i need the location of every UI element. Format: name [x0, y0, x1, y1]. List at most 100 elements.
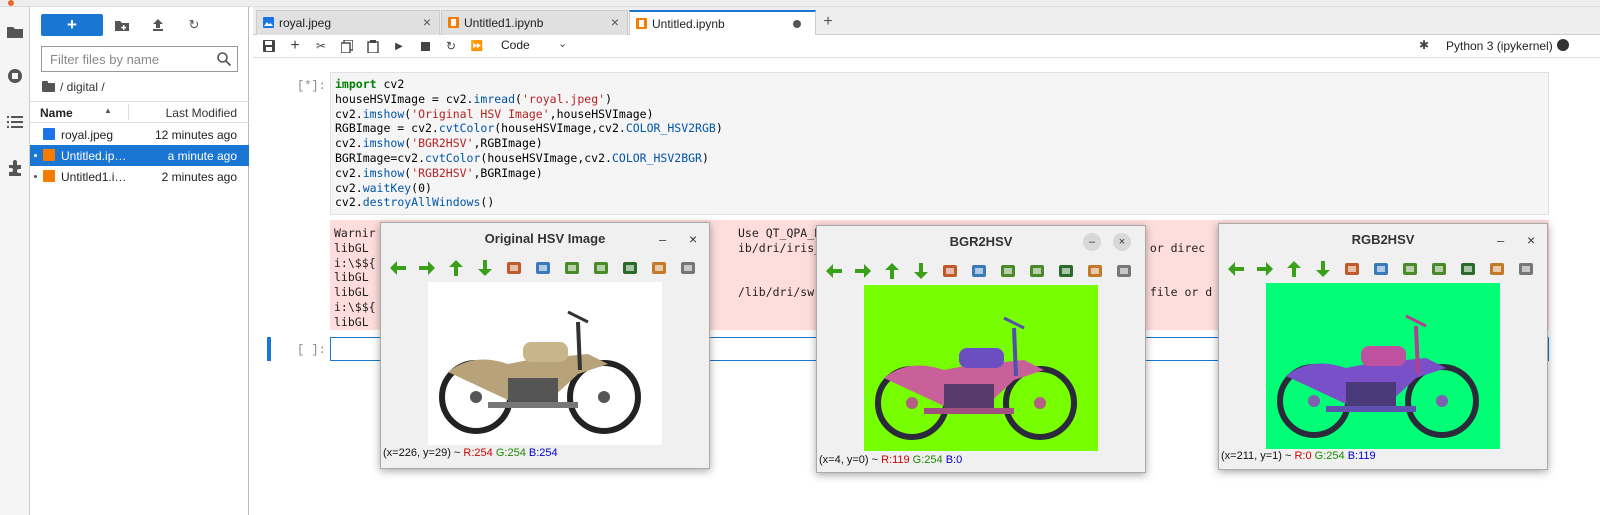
opencv-window-rgb2hsv[interactable]: RGB2HSV – × (x=211, y=1) ~ R:0 G:254 B:1…: [1218, 223, 1548, 470]
zoom-fit-icon[interactable]: [941, 262, 959, 280]
arrow-down-icon[interactable]: [1314, 260, 1332, 278]
close-icon[interactable]: ×: [611, 14, 619, 30]
unsaved-dot-icon[interactable]: [793, 20, 801, 28]
zoom-out-icon[interactable]: [592, 259, 610, 277]
image-view[interactable]: [1266, 283, 1500, 449]
running-terminals-icon[interactable]: [4, 65, 26, 87]
debugger-icon[interactable]: ✱: [1419, 38, 1429, 52]
running-indicator: [34, 154, 37, 157]
file-list-header: Name ▲ Last Modified: [30, 101, 249, 123]
upload-icon[interactable]: [149, 16, 167, 34]
copy-icon[interactable]: [1488, 260, 1506, 278]
restart-kernel-icon[interactable]: ↻: [443, 38, 459, 54]
file-name: Untitled1.i…: [61, 170, 127, 184]
file-modified: a minute ago: [167, 149, 237, 163]
pixel-status: (x=4, y=0) ~ R:119 G:254 B:0: [819, 454, 962, 466]
window-title-strip: [0, 0, 1600, 7]
save-icon[interactable]: [1057, 262, 1075, 280]
pixel-status: (x=226, y=29) ~ R:254 G:254 B:254: [383, 447, 558, 459]
tab-royal-jpeg[interactable]: royal.jpeg ×: [256, 10, 440, 35]
file-list-item[interactable]: Untitled1.i… 2 minutes ago: [30, 166, 249, 187]
column-modified-header[interactable]: Last Modified: [166, 106, 237, 120]
cell-type-select[interactable]: Code: [501, 38, 530, 52]
file-list-item[interactable]: Untitled.ip… a minute ago: [30, 145, 249, 166]
restart-run-all-icon[interactable]: ⏩: [469, 38, 485, 54]
insert-cell-icon[interactable]: +: [287, 37, 303, 54]
tab-label: Untitled.ipynb: [652, 17, 725, 31]
arrow-left-icon[interactable]: [389, 259, 407, 277]
copy-icon[interactable]: [650, 259, 668, 277]
close-icon[interactable]: ×: [689, 231, 697, 247]
zoom-in-icon[interactable]: [563, 259, 581, 277]
zoom-fit-icon[interactable]: [505, 259, 523, 277]
arrow-right-icon[interactable]: [1256, 260, 1274, 278]
arrow-left-icon[interactable]: [825, 262, 843, 280]
chevron-down-icon[interactable]: ⌄: [558, 37, 567, 50]
tab-untitled-ipynb[interactable]: Untitled.ipynb: [629, 10, 816, 36]
arrow-right-icon[interactable]: [418, 259, 436, 277]
close-icon[interactable]: ×: [1527, 232, 1535, 248]
arrow-up-icon[interactable]: [447, 259, 465, 277]
save-icon[interactable]: [261, 38, 277, 54]
zoom-region-icon[interactable]: [1372, 260, 1390, 278]
arrow-down-icon[interactable]: [912, 262, 930, 280]
arrow-down-icon[interactable]: [476, 259, 494, 277]
zoom-in-icon[interactable]: [1401, 260, 1419, 278]
opencv-window-original[interactable]: Original HSV Image – × (x=226, y=29) ~ R…: [380, 222, 710, 469]
opencv-window-bgr2hsv[interactable]: BGR2HSV – × (x=4, y=0) ~ R:119 G:254 B:0: [816, 225, 1146, 473]
image-view[interactable]: [428, 282, 662, 445]
arrow-up-icon[interactable]: [1285, 260, 1303, 278]
properties-icon[interactable]: [1115, 262, 1133, 280]
arrow-up-icon[interactable]: [883, 262, 901, 280]
opencv-toolbar: [817, 258, 1145, 282]
save-icon[interactable]: [621, 259, 639, 277]
zoom-region-icon[interactable]: [534, 259, 552, 277]
run-cell-icon[interactable]: ▶: [391, 38, 407, 54]
column-divider[interactable]: [128, 104, 129, 120]
file-filter-input[interactable]: [42, 47, 212, 71]
code-line: cv2.imshow('Original HSV Image',houseHSV…: [335, 106, 654, 121]
close-icon[interactable]: ×: [1113, 233, 1131, 251]
copy-icon[interactable]: [339, 38, 355, 54]
interrupt-kernel-icon[interactable]: [417, 38, 433, 54]
table-of-contents-icon[interactable]: [4, 111, 26, 133]
breadcrumb-path[interactable]: / digital /: [60, 80, 105, 94]
file-list-item[interactable]: royal.jpeg 12 minutes ago: [30, 124, 249, 145]
code-cell-editor[interactable]: import cv2 houseHSVImage = cv2.imread('ro…: [330, 72, 1549, 215]
file-browser-icon[interactable]: [4, 20, 26, 42]
kernel-name[interactable]: Python 3 (ipykernel): [1446, 39, 1553, 53]
file-browser-toolbar: + ↻: [30, 7, 249, 43]
zoom-out-icon[interactable]: [1430, 260, 1448, 278]
zoom-in-icon[interactable]: [999, 262, 1017, 280]
new-tab-button[interactable]: +: [817, 11, 839, 33]
save-icon[interactable]: [1459, 260, 1477, 278]
zoom-region-icon[interactable]: [970, 262, 988, 280]
breadcrumb[interactable]: / digital /: [42, 80, 105, 94]
notebook-file-icon: [636, 18, 647, 29]
zoom-fit-icon[interactable]: [1343, 260, 1361, 278]
minimize-icon[interactable]: –: [1083, 233, 1101, 251]
minimize-icon[interactable]: –: [1497, 233, 1504, 248]
minimize-icon[interactable]: –: [659, 232, 666, 247]
notebook-toolbar: + ✂ ▶ ↻ ⏩ Code ⌄ ✱ Python 3 (ipykernel): [253, 35, 1600, 58]
cell-prompt-empty: [ ]:: [297, 343, 326, 357]
new-launcher-button[interactable]: +: [41, 14, 103, 36]
document-tab-bar: royal.jpeg × Untitled1.ipynb × Untitled.…: [253, 7, 1600, 36]
close-icon[interactable]: ×: [423, 14, 431, 30]
zoom-out-icon[interactable]: [1028, 262, 1046, 280]
new-folder-icon[interactable]: [113, 16, 131, 34]
refresh-icon[interactable]: ↻: [185, 16, 203, 34]
copy-icon[interactable]: [1086, 262, 1104, 280]
extension-manager-icon[interactable]: [4, 157, 26, 179]
cut-icon[interactable]: ✂: [313, 38, 329, 54]
opencv-toolbar: [381, 255, 709, 279]
properties-icon[interactable]: [679, 259, 697, 277]
paste-icon[interactable]: [365, 38, 381, 54]
column-name-header[interactable]: Name: [40, 106, 73, 120]
arrow-right-icon[interactable]: [854, 262, 872, 280]
arrow-left-icon[interactable]: [1227, 260, 1245, 278]
image-view[interactable]: [864, 285, 1098, 451]
file-filter-field[interactable]: [41, 46, 238, 72]
properties-icon[interactable]: [1517, 260, 1535, 278]
tab-untitled1-ipynb[interactable]: Untitled1.ipynb ×: [441, 10, 628, 35]
